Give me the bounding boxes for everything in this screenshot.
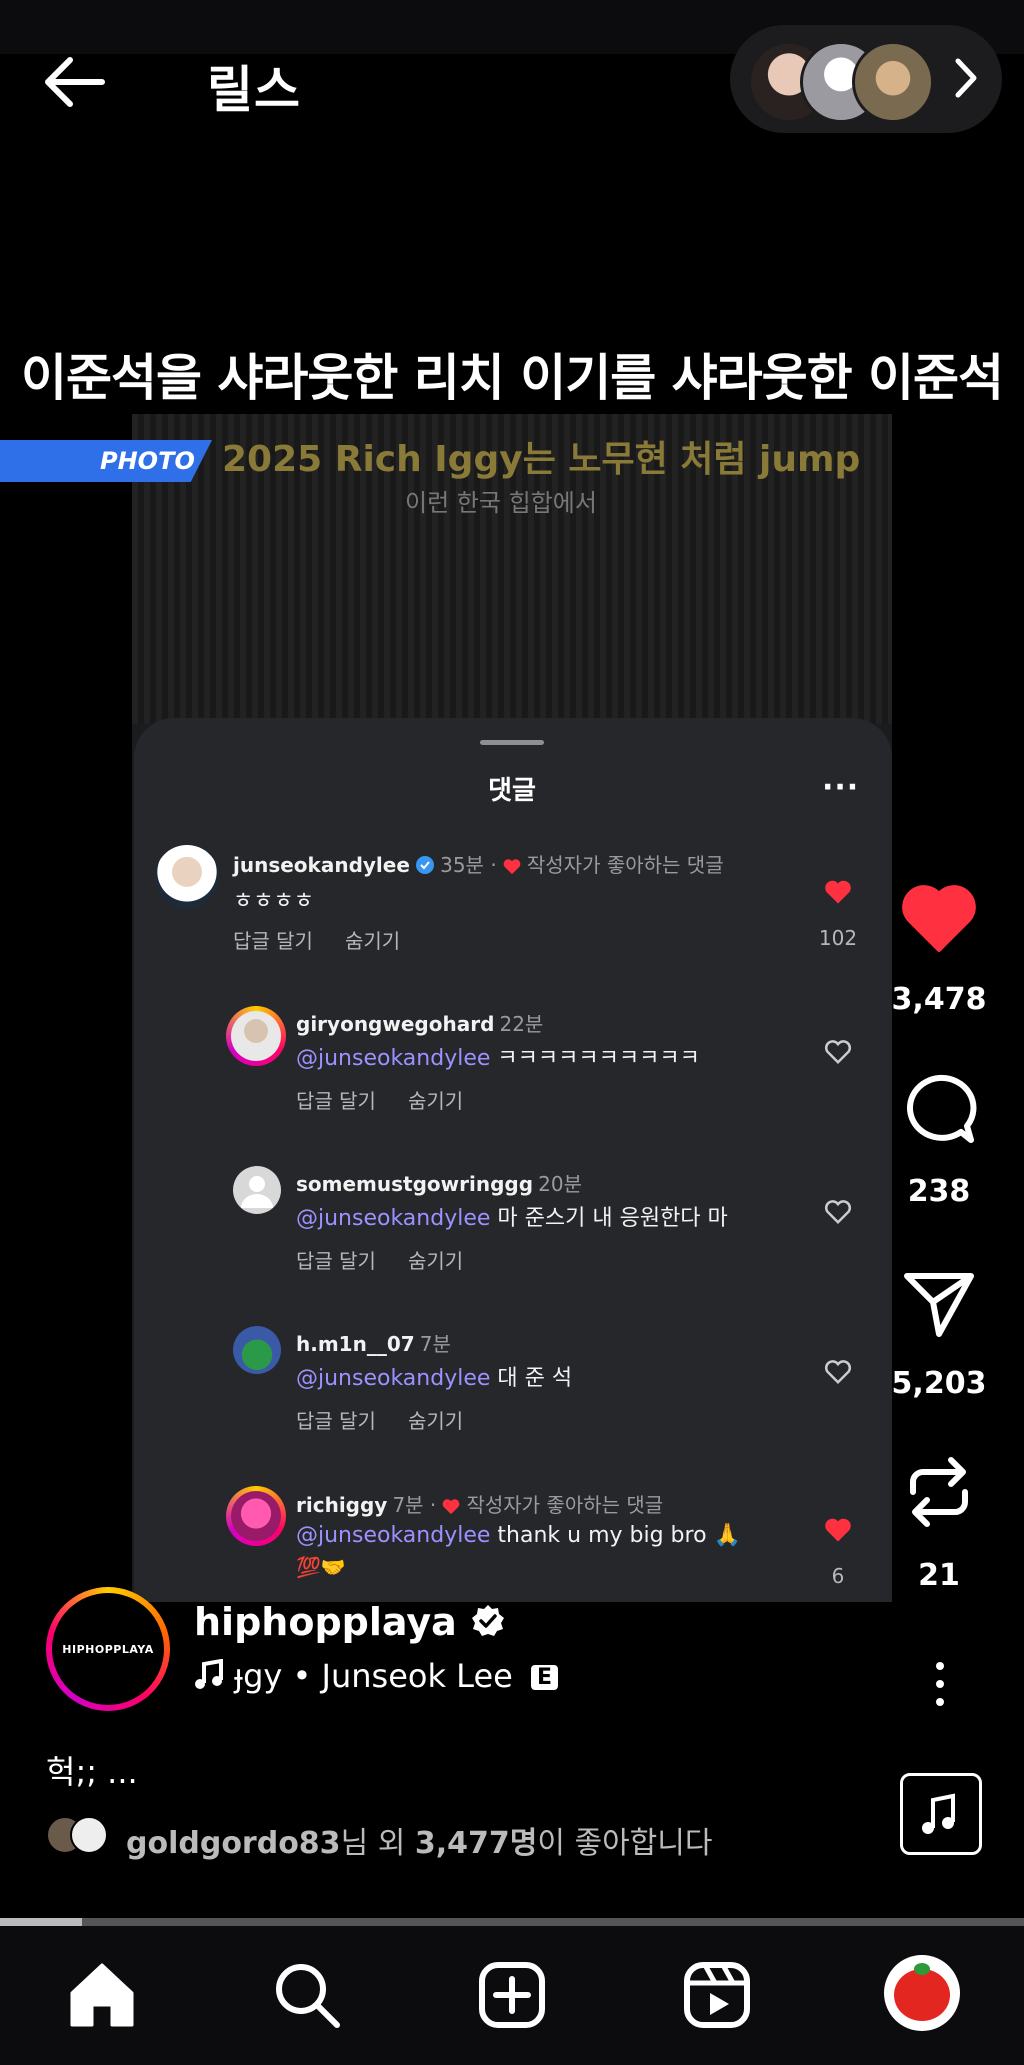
liked-by-mid: 님 외 [340,1826,415,1861]
audio-page-button[interactable] [900,1773,982,1855]
more-options-icon[interactable]: ··· [822,770,859,805]
reply-button[interactable]: 답글 달기 [296,1405,376,1434]
explicit-badge: E [530,1665,559,1690]
reply-button[interactable]: 답글 달기 [296,1245,376,1274]
like-heart-outline-icon[interactable] [823,1036,853,1066]
hide-button[interactable]: 숨기기 [408,1245,463,1274]
reel-headline: 이준석을 샤라웃한 리치 이기를 샤라웃한 이준석 [20,349,1004,407]
liked-by-line[interactable]: goldgordo83님 외 3,477명이 좋아합니다 [126,1818,712,1862]
comment-text: 마 준스기 내 응원한다 마 [497,1206,728,1231]
hide-button[interactable]: 숨기기 [408,1405,463,1434]
liked-by-count: 3,477명 [414,1826,538,1861]
comment-button[interactable] [899,1070,979,1150]
mention-link[interactable]: @junseokandylee [296,1366,490,1391]
liked-by-user[interactable]: goldgordo83 [126,1826,341,1861]
page-title: 릴스 [207,61,301,119]
comment-username[interactable]: junseokandylee [233,853,410,877]
video-progress-track[interactable] [0,1918,1024,1926]
comment-username[interactable]: h.m1n__07 [296,1332,415,1356]
avatar[interactable] [233,1166,281,1214]
avatar[interactable] [155,845,219,909]
avatar [70,1816,108,1854]
hide-button[interactable]: 숨기기 [408,1085,463,1114]
reply-button[interactable]: 답글 달기 [233,925,313,954]
like-count: 3,478 [891,982,987,1017]
comment-text: ㅎㅎㅎㅎ [233,889,314,914]
reply-button[interactable]: 답글 달기 [296,1085,376,1114]
share-button[interactable] [899,1262,979,1342]
chevron-right-icon [955,58,977,98]
profile-icon[interactable] [884,1955,960,2031]
music-track[interactable]: ɟgy • Junseok Lee [234,1657,513,1695]
comment-like-count: 6 [831,1564,845,1588]
comment-text: 대 준 석 [497,1366,573,1391]
creator-liked-label: 작성자가 좋아하는 댓글 [526,853,724,877]
mention-link[interactable]: @junseokandylee [296,1523,490,1548]
verified-badge-icon [416,856,435,874]
channel-logo: HIPHOPPLAYA [62,1643,154,1656]
avatar [852,41,934,123]
avatar[interactable] [233,1326,281,1374]
share-count: 5,203 [891,1366,987,1401]
avatar[interactable] [226,1006,286,1066]
back-button[interactable] [40,52,120,112]
reels-icon[interactable] [677,1955,757,2035]
verified-badge-icon [472,1605,504,1636]
music-album-icon [922,1793,955,1834]
mention-link[interactable]: @junseokandylee [296,1046,490,1071]
comment-username[interactable]: somemustgowringgg [296,1172,533,1196]
default-avatar-icon [241,1176,273,1208]
avatar[interactable] [226,1486,286,1546]
arrow-left-icon [45,57,105,107]
music-note-icon [195,1658,223,1689]
like-heart-icon[interactable] [823,1514,853,1544]
like-heart-outline-icon[interactable] [823,1356,853,1386]
comment-time: 7분 · [392,1493,437,1517]
followed-accounts-pill[interactable] [730,25,1002,133]
hide-button[interactable]: 숨기기 [345,925,400,954]
channel-name[interactable]: hiphopplaya [194,1600,457,1644]
comment-username[interactable]: giryongwegohard [296,1012,494,1036]
like-heart-icon[interactable] [823,876,853,906]
liked-by-avatars [46,1816,116,1856]
photo-tag-label: PHOTO [100,447,195,475]
comment-text: thank u my big bro 🙏 [497,1523,741,1548]
post-caption[interactable]: 헉;; ... [46,1747,138,1793]
comment-time: 7분 [419,1332,451,1356]
repost-button[interactable] [899,1452,979,1532]
repost-count: 21 [918,1558,960,1593]
comment-emoji-line: 💯🤝 [296,1555,346,1579]
more-vertical-icon[interactable] [922,1660,958,1708]
comment-time: 22분 [499,1012,544,1036]
heart-icon [443,1499,460,1515]
comment-username[interactable]: richiggy [296,1493,387,1517]
like-heart-outline-icon[interactable] [823,1196,853,1226]
create-icon[interactable] [472,1955,552,2035]
creator-liked-label: 작성자가 좋아하는 댓글 [466,1493,664,1517]
video-caption-line1: 2025 Rich Iggy는 노무현 처럼 jump [222,439,861,480]
comment-count: 238 [907,1174,971,1209]
mention-link[interactable]: @junseokandylee [296,1206,490,1231]
home-icon[interactable] [62,1955,142,2035]
like-button[interactable] [899,878,979,958]
heart-icon [503,859,521,875]
liked-by-tail: 이 좋아합니다 [537,1826,713,1861]
comments-title: 댓글 [488,776,536,806]
search-icon[interactable] [267,1955,347,2035]
comment-time: 20분 [538,1172,582,1196]
comment-like-count: 102 [818,926,858,950]
sheet-handle[interactable] [480,740,544,745]
comment-time: 35분 · [440,853,497,877]
video-caption-line2: 이런 한국 힙합에서 [405,489,597,517]
comment-text: ㅋㅋㅋㅋㅋㅋㅋㅋㅋㅋ [497,1046,700,1071]
video-progress-fill [0,1918,82,1926]
